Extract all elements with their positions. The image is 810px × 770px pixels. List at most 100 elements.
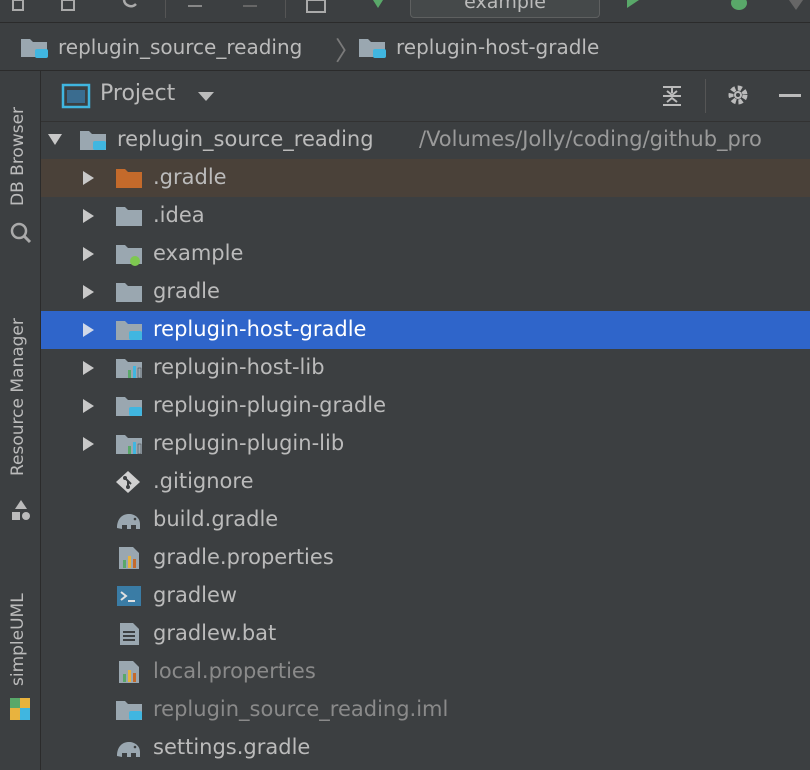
gradle-elephant-icon [115, 508, 143, 532]
tree-label: gradle.properties [153, 545, 334, 569]
tree-item-row[interactable]: settings.gradle [41, 729, 810, 767]
tree-item-row[interactable]: example [41, 235, 810, 273]
gradle-elephant-icon [115, 736, 143, 760]
forward-icon[interactable] [240, 0, 260, 18]
toolbar-separator [165, 0, 166, 18]
expand-arrow-down-icon[interactable] [48, 134, 62, 145]
tree-item-row[interactable]: build.gradle [41, 501, 810, 539]
tree-item-row[interactable]: gradlew.bat [41, 615, 810, 653]
tree-label: replugin_source_reading.iml [153, 697, 449, 721]
header-separator [705, 79, 706, 113]
text-file-icon [115, 622, 143, 646]
tree-item-row[interactable]: replugin_source_reading.iml [41, 691, 810, 729]
tree-item-row[interactable]: .idea [41, 197, 810, 235]
expand-arrow-right-icon[interactable] [83, 399, 94, 413]
debug-icon[interactable] [728, 0, 750, 18]
save-icon[interactable] [60, 0, 76, 18]
expand-arrow-right-icon[interactable] [83, 361, 94, 375]
tree-label: .gitignore [153, 469, 254, 493]
simpleuml-label: simpleUML [8, 593, 28, 686]
breadcrumb-item-root[interactable]: replugin_source_reading [20, 35, 302, 59]
module-settings-icon[interactable] [305, 0, 327, 18]
tree-label: replugin-host-gradle [153, 317, 367, 341]
tree-item-row[interactable]: .gradle [41, 159, 810, 197]
sync-icon[interactable] [10, 0, 26, 18]
module-folder-icon [115, 318, 143, 342]
tree-item-row-selected[interactable]: replugin-host-gradle [41, 311, 810, 349]
hide-panel-minus-icon[interactable] [779, 94, 801, 97]
tree-item-row[interactable]: gradlew [41, 577, 810, 615]
library-module-icon [115, 432, 143, 456]
db-browser-icon [10, 222, 32, 244]
tree-item-row[interactable]: replugin-plugin-lib [41, 425, 810, 463]
tree-label: gradlew [153, 583, 238, 607]
project-view-title[interactable]: Project [100, 81, 175, 106]
tree-label: replugin-plugin-gradle [153, 393, 387, 417]
tree-label: gradle [153, 279, 220, 303]
gear-icon[interactable] [725, 82, 751, 108]
tree-item-row[interactable]: replugin-plugin-gradle [41, 387, 810, 425]
folder-icon [115, 280, 143, 304]
tree-label: settings.gradle [153, 735, 311, 759]
tree-label: replugin-plugin-lib [153, 431, 345, 455]
tree-item-row[interactable]: .gitignore [41, 463, 810, 501]
breadcrumb-label: replugin_source_reading [58, 35, 303, 59]
resource-manager-label: Resource Manager [8, 318, 28, 476]
breadcrumb: replugin_source_reading 〉 replugin-host-… [0, 23, 810, 71]
module-folder-icon [115, 394, 143, 418]
tree-label: build.gradle [153, 507, 279, 531]
tree-item-row[interactable]: replugin-host-lib [41, 349, 810, 387]
tab-db-browser[interactable]: DB Browser [0, 86, 40, 246]
module-folder-icon [20, 35, 50, 59]
expand-arrow-right-icon[interactable] [83, 437, 94, 451]
tree-label: .idea [153, 203, 205, 227]
module-folder-icon [79, 128, 107, 152]
breadcrumb-item-module[interactable]: replugin-host-gradle [358, 35, 599, 59]
back-icon[interactable] [185, 0, 205, 18]
breadcrumb-label: replugin-host-gradle [396, 35, 600, 59]
build-hammer-icon[interactable] [368, 0, 388, 18]
run-configuration-select[interactable]: example [410, 0, 600, 18]
toolbar-separator [285, 0, 286, 18]
tree-item-row[interactable]: gradle [41, 273, 810, 311]
tree-label: local.properties [153, 659, 316, 683]
collapse-all-icon[interactable] [659, 82, 685, 110]
git-icon [115, 470, 143, 494]
library-module-icon [115, 356, 143, 380]
project-view-icon [61, 83, 91, 109]
module-folder-icon [358, 35, 388, 59]
tree-label: replugin-host-lib [153, 355, 325, 379]
run-icon[interactable] [625, 0, 641, 18]
tree-label: gradlew.bat [153, 621, 277, 645]
tree-item-row[interactable]: local.properties [41, 653, 810, 691]
expand-arrow-right-icon[interactable] [83, 285, 94, 299]
left-tool-stripe: DB Browser Resource Manager simpleUML [0, 71, 41, 770]
module-folder-icon [115, 698, 143, 722]
expand-arrow-right-icon[interactable] [83, 323, 94, 337]
tree-root-path: /Volumes/Jolly/coding/github_pro [419, 127, 762, 151]
tab-resource-manager[interactable]: Resource Manager [0, 286, 40, 526]
folder-icon [115, 204, 143, 228]
folder-orange-icon [115, 166, 143, 190]
tree-item-row[interactable]: gradle.properties [41, 539, 810, 577]
expand-arrow-right-icon[interactable] [83, 171, 94, 185]
view-select-chevron-down-icon[interactable] [198, 92, 214, 101]
tab-simpleuml[interactable]: simpleUML [0, 566, 40, 736]
refresh-icon[interactable] [120, 0, 140, 18]
tree-label: .gradle [153, 165, 227, 189]
project-panel: Project replugin_source_reading /Volumes… [41, 71, 810, 770]
profile-icon[interactable] [785, 0, 807, 18]
expand-arrow-right-icon[interactable] [83, 209, 94, 223]
project-panel-header: Project [41, 71, 810, 122]
tree-label: replugin_source_reading [117, 127, 374, 151]
simpleuml-icon [6, 696, 34, 724]
shell-script-icon [115, 584, 143, 608]
resource-manager-icon [10, 499, 32, 521]
tree-root-row[interactable]: replugin_source_reading /Volumes/Jolly/c… [41, 121, 810, 159]
db-browser-label: DB Browser [8, 106, 28, 206]
main-toolbar: example [0, 0, 810, 23]
properties-file-icon [115, 660, 143, 684]
tree-label: example [153, 241, 244, 265]
properties-file-icon [115, 546, 143, 570]
expand-arrow-right-icon[interactable] [83, 247, 94, 261]
